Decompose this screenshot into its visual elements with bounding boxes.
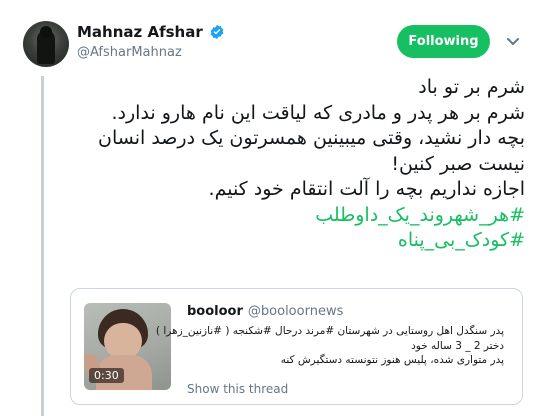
tweet-line: شرم بر تو باد [418,76,525,98]
author-handle[interactable]: @AfsharMahnaz [77,45,182,60]
tweet-line: شرم بر هر پدر و مادری که لیاقت این نام ه… [111,101,526,124]
avatar-head [40,26,52,38]
quoted-line: دختر 2 _ 3 ساله خود [411,339,504,352]
quoted-tweet-card[interactable]: 0:30 booloor @booloornews پدر سنگدل اهل … [70,288,523,405]
following-button[interactable]: Following [397,25,490,58]
quoted-tweet-body: پدر سنگدل اهل روستایی در شهرستان #مرند د… [155,324,504,368]
author-avatar[interactable] [23,21,69,67]
quoted-author-row: booloor @booloornews [187,304,343,319]
tweet-line: بچه دار نشید، وقتی میبینین همسرتون یک در… [98,127,525,149]
thumbnail-face [104,323,142,359]
quoted-video-thumbnail[interactable]: 0:30 [84,303,171,390]
verified-badge-icon [210,25,224,39]
author-name[interactable]: Mahnaz Afshar [77,23,203,41]
tweet-line: نیست صبر کنین! [391,152,525,175]
thread-connector-line [41,76,44,416]
show-thread-link[interactable]: Show this thread [187,382,288,396]
quoted-line: پدر متواری شده، پلیس هنوز نتونسته دستگیر… [280,354,504,366]
quoted-line: پدر سنگدل اهل روستایی در شهرستان #مرند د… [155,325,504,337]
hashtag-link[interactable]: #هر_شهروند_یک_داوطلب [150,203,525,229]
video-duration-badge: 0:30 [89,368,124,383]
quoted-author-name: booloor [187,304,243,319]
chevron-down-icon[interactable] [506,36,520,48]
quoted-author-handle: @booloornews [247,304,344,319]
author-name-row[interactable]: Mahnaz Afshar [77,23,225,41]
tweet-line: اجازه نداریم بچه را آلت انتقام خود کنیم. [208,178,525,200]
tweet-body: شرم بر تو باد شرم بر هر پدر و مادری که ل… [98,75,526,254]
hashtag-link[interactable]: #کودک_بی_پناه [150,228,525,254]
